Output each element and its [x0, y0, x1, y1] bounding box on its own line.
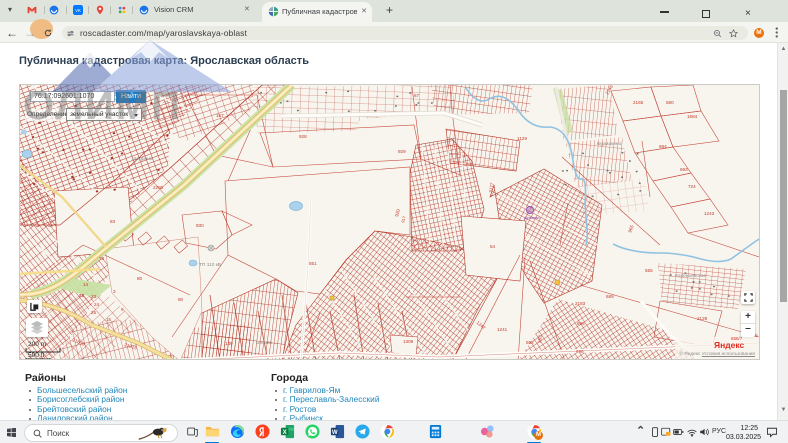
svg-text:1243: 1243: [704, 211, 715, 216]
svg-text:965: 965: [627, 224, 634, 233]
svg-text:3: 3: [113, 289, 116, 294]
svg-text:149: 149: [225, 341, 233, 346]
svg-text:9: 9: [121, 307, 124, 312]
svg-text:929: 929: [398, 149, 406, 154]
svg-text:23: 23: [91, 294, 97, 299]
svg-text:1241: 1241: [497, 327, 508, 332]
svg-text:54: 54: [490, 244, 496, 249]
svg-text:ТП 110 кВ: ТП 110 кВ: [199, 262, 221, 268]
svg-text:928: 928: [299, 134, 307, 139]
svg-text:VK: VK: [75, 7, 81, 12]
svg-text:25: 25: [91, 310, 97, 315]
svg-text:Дунаево: Дунаево: [524, 215, 541, 220]
svg-text:2129: 2129: [697, 316, 708, 321]
svg-text:Коленьевское: Коленьевское: [675, 273, 706, 279]
svg-text:1308: 1308: [403, 339, 414, 344]
svg-text:Белово: Белово: [256, 340, 273, 346]
svg-text:551: 551: [309, 261, 317, 266]
svg-text:553: 553: [537, 335, 543, 344]
svg-text:167: 167: [216, 113, 224, 118]
svg-text:724: 724: [688, 184, 696, 189]
svg-text:78: 78: [99, 256, 105, 261]
svg-text:X: X: [283, 429, 287, 436]
svg-text:552: 552: [526, 340, 534, 345]
svg-text:693: 693: [680, 167, 688, 172]
svg-text:917: 917: [400, 215, 407, 223]
svg-text:83: 83: [110, 219, 116, 224]
svg-text:695: 695: [577, 321, 585, 326]
svg-text:1129: 1129: [517, 136, 527, 141]
svg-text:67: 67: [414, 93, 420, 98]
svg-text:555: 555: [645, 268, 653, 273]
svg-text:694: 694: [659, 144, 667, 149]
svg-text:22: 22: [79, 293, 85, 298]
svg-text:2165: 2165: [633, 100, 644, 105]
svg-text:580: 580: [666, 100, 674, 105]
svg-text:W: W: [332, 429, 338, 436]
svg-text:14: 14: [83, 282, 89, 287]
svg-text:696: 696: [576, 349, 584, 354]
svg-text:24: 24: [94, 302, 100, 307]
svg-text:Щедрино: Щедрино: [132, 156, 153, 162]
svg-text:930: 930: [196, 223, 204, 228]
svg-text:2280: 2280: [153, 185, 164, 190]
svg-text:920: 920: [394, 208, 401, 217]
svg-text:689: 689: [606, 294, 614, 299]
svg-text:80: 80: [178, 297, 184, 302]
svg-text:1242: 1242: [475, 320, 486, 331]
svg-text:2183: 2183: [575, 301, 586, 306]
svg-text:80: 80: [137, 276, 143, 281]
svg-text:1684: 1684: [687, 114, 698, 119]
svg-text:15: 15: [106, 317, 112, 322]
svg-text:Бурмакино: Бурмакино: [597, 141, 621, 147]
